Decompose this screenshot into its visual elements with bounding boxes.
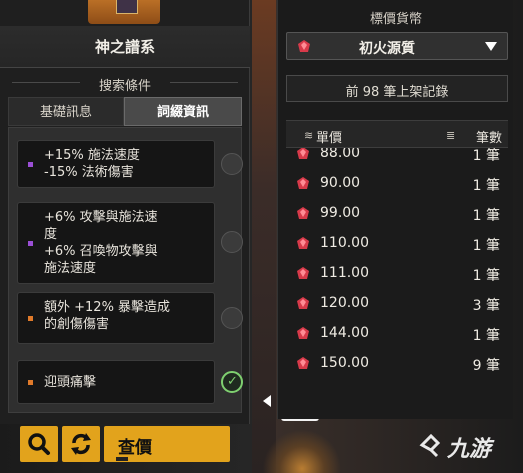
item-thumbnail[interactable] (88, 0, 160, 24)
affix-card[interactable]: +6% 攻擊與施法速 度 +6% 召喚物攻擊與 施法速度 (17, 202, 215, 284)
records-count-text: 前 98 筆上架記錄 (345, 85, 449, 100)
row-price: 99.00 (320, 205, 361, 221)
search-conditions-label: 搜索條件 (98, 79, 151, 94)
currency-selected-value: 初火源質 (359, 41, 415, 57)
affix-text: 迎頭痛擊 (44, 375, 97, 390)
tab-basic-info[interactable]: 基礎訊息 (8, 97, 124, 126)
row-count: 3 筆 (472, 298, 500, 314)
collapse-arrow-icon[interactable] (263, 395, 271, 407)
price-table-header: ≋ 單價 ≣ 筆數 (286, 120, 508, 148)
table-row[interactable]: 120.00 3 筆 (286, 290, 508, 320)
affix-rarity-marker (28, 162, 33, 167)
table-row[interactable]: 99.00 1 筆 (286, 200, 508, 230)
row-price: 150.00 (320, 355, 369, 371)
table-row[interactable]: 144.00 1 筆 (286, 320, 508, 350)
search-icon (28, 433, 50, 455)
background-artwork (262, 430, 342, 473)
ember-gem-icon (297, 148, 309, 159)
ember-gem-icon (297, 297, 309, 309)
search-button[interactable] (20, 426, 58, 462)
stack-icon: ≣ (446, 129, 456, 142)
row-count: 1 筆 (472, 328, 500, 344)
price-table-body[interactable]: 88.00 1 筆 90.00 1 筆 99.00 1 筆 110.00 1 筆… (286, 148, 508, 378)
dropdown-arrow-icon (485, 42, 497, 51)
column-header-count[interactable]: 筆數 (476, 127, 502, 146)
ember-gem-icon (297, 177, 309, 189)
affix-list: +15% 施法速度 -15% 法術傷害 +6% 攻擊與施法速 度 +6% 召喚物… (8, 127, 243, 413)
sort-icon[interactable]: ≋ (304, 129, 313, 142)
affix-rarity-marker (28, 380, 33, 385)
currency-label: 標價貨幣 (369, 12, 422, 27)
row-price: 88.00 (320, 148, 361, 161)
item-title: 神之譜系 (94, 38, 155, 56)
price-panel: 標價貨幣 初火源質 前 98 筆上架記錄 ≋ 單價 ≣ 筆數 88.00 1 筆… (277, 0, 513, 419)
ember-gem-icon (297, 207, 309, 219)
search-panel: 神之譜系 搜索條件 基礎訊息 詞綴資訊 +15% 施法速度 -15% 法術傷害 … (0, 0, 250, 424)
row-count: 1 筆 (472, 178, 500, 194)
affix-rarity-marker (28, 241, 33, 246)
affix-text: +6% 攻擊與施法速 度 +6% 召喚物攻擊與 施法速度 (44, 210, 158, 276)
reset-button[interactable] (62, 426, 100, 462)
column-header-price[interactable]: 單價 (316, 127, 342, 146)
check-icon: ✓ (227, 374, 238, 389)
affix-rarity-marker (28, 316, 33, 321)
row-count: 1 筆 (472, 238, 500, 254)
affix-card[interactable]: +15% 施法速度 -15% 法術傷害 (17, 140, 215, 188)
row-price: 110.00 (320, 235, 369, 251)
affix-select-toggle[interactable] (221, 231, 243, 253)
affix-card[interactable]: 額外 +12% 暴擊造成 的創傷傷害 (17, 292, 215, 344)
row-count: 1 筆 (472, 148, 500, 164)
item-title-bar: 神之譜系 (0, 26, 250, 68)
row-price: 144.00 (320, 325, 369, 341)
tab-affix-info[interactable]: 詞綴資訊 (124, 97, 242, 126)
affix-select-toggle[interactable] (221, 153, 243, 175)
affix-select-toggle[interactable] (221, 307, 243, 329)
table-row[interactable]: 111.00 1 筆 (286, 260, 508, 290)
table-row[interactable]: 90.00 1 筆 (286, 170, 508, 200)
affix-text: 額外 +12% 暴擊造成 的創傷傷害 (44, 300, 171, 332)
ember-gem-icon (297, 327, 309, 339)
records-count-box: 前 98 筆上架記錄 (286, 75, 508, 102)
ember-gem-icon (297, 357, 309, 369)
row-price: 90.00 (320, 175, 361, 191)
affix-card[interactable]: 迎頭痛擊 (17, 360, 215, 404)
table-row[interactable]: 88.00 1 筆 (286, 148, 508, 170)
row-count: 1 筆 (472, 208, 500, 224)
watermark-logo-icon (419, 433, 441, 458)
item-icon (116, 0, 138, 14)
affix-text: +15% 施法速度 -15% 法術傷害 (44, 148, 140, 180)
row-price: 111.00 (320, 265, 369, 281)
ember-gem-icon (297, 237, 309, 249)
watermark-text: 九游 (447, 437, 492, 462)
affix-selected-toggle[interactable]: ✓ (221, 371, 243, 393)
table-row[interactable]: 150.00 9 筆 (286, 350, 508, 378)
row-count: 1 筆 (472, 268, 500, 284)
query-price-label: 查價 (118, 438, 152, 458)
currency-dropdown[interactable]: 初火源質 (286, 32, 508, 60)
row-price: 120.00 (320, 295, 369, 311)
ember-gem-icon (297, 267, 309, 279)
table-row[interactable]: 110.00 1 筆 (286, 230, 508, 260)
refresh-icon (71, 433, 91, 455)
button-underline (116, 457, 128, 461)
row-count: 9 筆 (472, 358, 500, 374)
divider-right (170, 82, 238, 83)
